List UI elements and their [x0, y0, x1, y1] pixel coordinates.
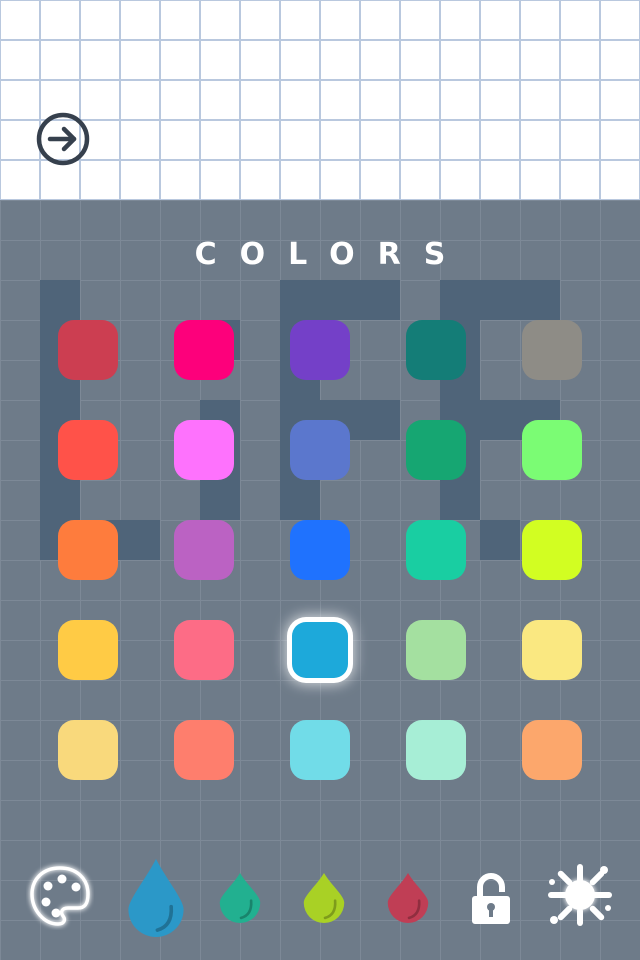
lock-button[interactable]	[468, 872, 514, 926]
drop-button[interactable]	[386, 872, 430, 924]
color-swatch[interactable]	[174, 420, 234, 480]
drop-icon	[303, 873, 345, 923]
color-swatch[interactable]	[292, 622, 348, 678]
color-swatch[interactable]	[406, 620, 466, 680]
color-swatch[interactable]	[174, 320, 234, 380]
arrow-right-circle-icon	[36, 112, 90, 166]
colors-panel	[0, 200, 640, 960]
color-swatch[interactable]	[406, 320, 466, 380]
color-swatch[interactable]	[522, 620, 582, 680]
color-swatch[interactable]	[58, 720, 118, 780]
drop-button[interactable]	[126, 858, 186, 938]
graph-paper-header	[0, 0, 640, 200]
drop-icon	[219, 873, 261, 923]
color-swatch[interactable]	[174, 620, 234, 680]
color-swatch[interactable]	[406, 420, 466, 480]
splat-button[interactable]	[546, 862, 614, 928]
color-swatch[interactable]	[290, 320, 350, 380]
color-swatch[interactable]	[290, 420, 350, 480]
next-button[interactable]	[34, 110, 92, 168]
drop-icon	[128, 859, 184, 937]
color-swatch[interactable]	[406, 520, 466, 580]
color-swatch[interactable]	[58, 520, 118, 580]
drop-button[interactable]	[302, 872, 346, 924]
color-swatch[interactable]	[58, 420, 118, 480]
color-swatch[interactable]	[290, 520, 350, 580]
palette-button[interactable]	[26, 862, 94, 930]
drop-icon	[387, 873, 429, 923]
color-swatch[interactable]	[174, 720, 234, 780]
color-swatch[interactable]	[406, 720, 466, 780]
color-swatch[interactable]	[174, 520, 234, 580]
color-swatch[interactable]	[290, 720, 350, 780]
drop-button[interactable]	[218, 872, 262, 924]
color-swatch[interactable]	[522, 720, 582, 780]
palette-icon	[29, 865, 91, 927]
color-swatch[interactable]	[522, 320, 582, 380]
color-swatch[interactable]	[522, 420, 582, 480]
color-swatch[interactable]	[58, 620, 118, 680]
splat-icon	[548, 864, 612, 926]
color-swatch[interactable]	[522, 520, 582, 580]
lock-icon	[472, 873, 510, 924]
color-swatch[interactable]	[58, 320, 118, 380]
page-title: COLORS	[194, 237, 469, 272]
